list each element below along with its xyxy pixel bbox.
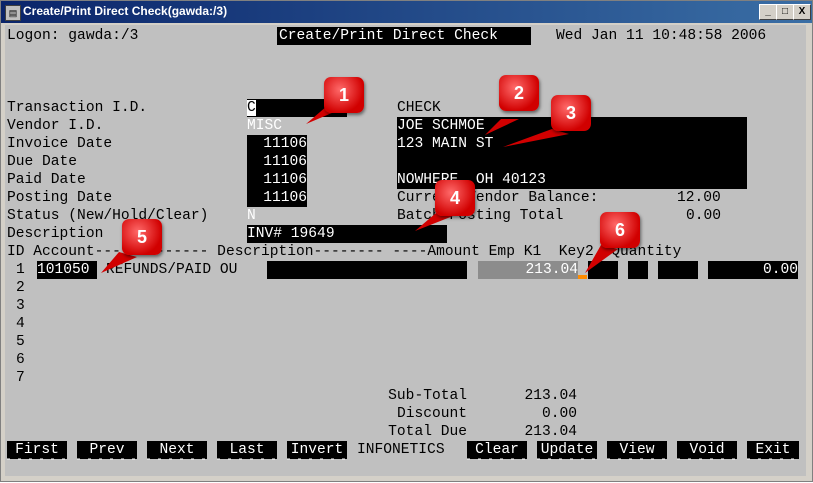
- callout-4: 4: [435, 180, 475, 216]
- callout-2: 2: [499, 75, 539, 111]
- callout-5: 5: [122, 219, 162, 255]
- callout-1: 1: [324, 77, 364, 113]
- callout-3: 3: [551, 95, 591, 131]
- callout-6: 6: [600, 212, 640, 248]
- application-window: ▤ Create/Print Direct Check(gawda:/3) _ …: [0, 0, 813, 482]
